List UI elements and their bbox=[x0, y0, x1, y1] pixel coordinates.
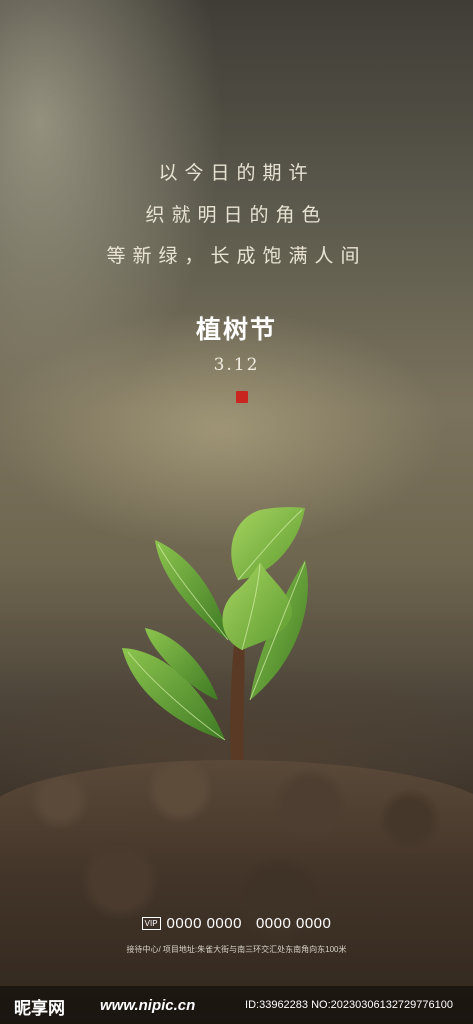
poster-background: 以今日的期许 织就明日的角色 等新绿，长成饱满人间 植树节 3.12 VIP 0… bbox=[0, 0, 473, 1024]
watermark-logo: 昵享网 bbox=[14, 999, 65, 1019]
phone-number: 0000 0000 bbox=[255, 915, 332, 932]
stem bbox=[230, 630, 245, 780]
seedling-illustration bbox=[122, 507, 308, 780]
watermark-id: ID:33962283 NO:20230306132729776100 bbox=[245, 999, 453, 1011]
poem-line: 等新绿，长成饱满人间 bbox=[106, 245, 367, 267]
poem-line: 织就明日的角色 bbox=[145, 204, 328, 226]
watermark-bar: 昵享网 www.nipic.cn ID:33962283 NO:20230306… bbox=[0, 986, 473, 1024]
soil-mound bbox=[0, 760, 473, 1024]
phone-number: 0000 0000 bbox=[166, 915, 242, 932]
watermark-url: www.nipic.cn bbox=[100, 997, 196, 1014]
festival-title: 植树节 bbox=[195, 315, 277, 344]
red-seal-icon bbox=[236, 391, 248, 403]
vip-icon: VIP bbox=[141, 917, 161, 930]
contact-line: VIP 0000 0000 0000 0000 bbox=[0, 915, 473, 932]
leaf bbox=[155, 540, 228, 640]
poem-line: 以今日的期许 bbox=[158, 162, 315, 184]
address-text: 接待中心/ 项目地址:朱雀大街与南三环交汇处东南角向东100米 bbox=[126, 945, 347, 954]
festival-date: 3.12 bbox=[213, 355, 260, 375]
